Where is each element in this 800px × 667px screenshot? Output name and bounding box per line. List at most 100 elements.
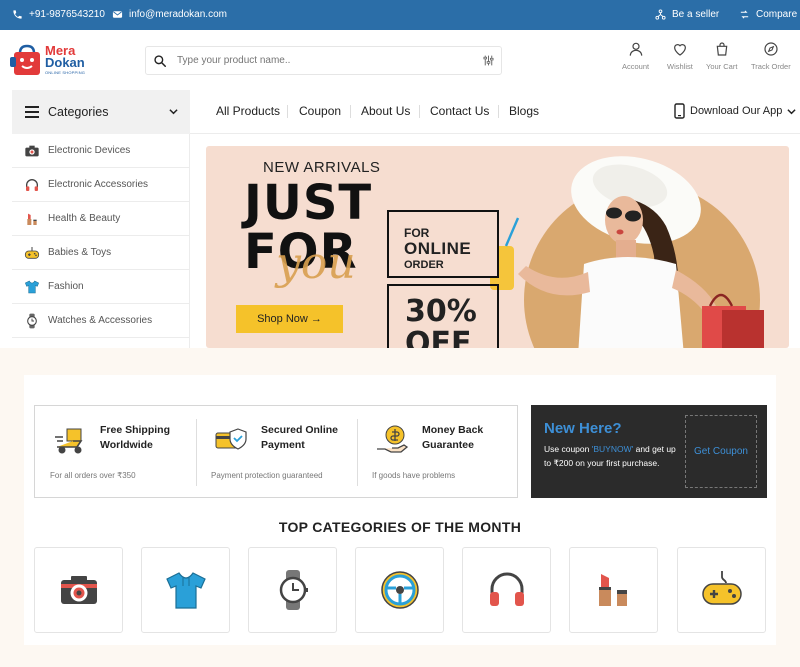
main-nav: All Products Coupon About Us Contact Us … <box>190 90 800 134</box>
feature-subtext: If goods have problems <box>372 471 456 480</box>
feature-title-line2: Worldwide <box>100 439 153 451</box>
download-app-link[interactable]: Download Our App <box>674 103 796 119</box>
nav-divider <box>498 105 499 118</box>
phone-contact[interactable]: +91-9876543210 <box>12 9 105 20</box>
get-coupon-button[interactable]: Get Coupon <box>685 415 757 488</box>
brand-name: Mera Dokan <box>45 44 85 70</box>
phone-icon <box>13 10 22 19</box>
compare-icon <box>740 10 749 19</box>
gamepad-icon <box>24 246 40 259</box>
gamepad-icon <box>701 571 742 605</box>
be-a-seller-link[interactable]: Be a seller <box>655 9 719 20</box>
top-category-gamepad[interactable] <box>677 547 766 633</box>
category-item-fashion[interactable]: Fashion <box>12 270 189 304</box>
top-category-lipstick[interactable] <box>569 547 658 633</box>
top-category-steering-wheel[interactable] <box>355 547 444 633</box>
top-category-tshirt[interactable] <box>141 547 230 633</box>
brand-logo[interactable]: Mera Dokan ONLINE SHOPPING <box>10 43 85 79</box>
hero-subtitle: NEW ARRIVALS <box>263 159 381 176</box>
search-bar <box>145 46 502 75</box>
feature-secure-payment: Secured Online Payment Payment protection… <box>196 406 357 499</box>
promo-title: New Here? <box>544 420 622 437</box>
top-category-headphones[interactable] <box>462 547 551 633</box>
category-item-watches-accessories[interactable]: Watches & Accessories <box>12 304 189 338</box>
promo-coupon-code: 'BUYNOW' <box>591 444 634 454</box>
promo-text: Use coupon 'BUYNOW' and get up to ₹200 o… <box>544 443 679 470</box>
promo-text-before: Use coupon <box>544 444 592 454</box>
shop-now-button[interactable]: Shop Now → <box>236 305 343 333</box>
feature-title: Money Back Guarantee <box>422 423 483 453</box>
new-here-promo: New Here? Use coupon 'BUYNOW' and get up… <box>531 405 767 498</box>
wishlist-label: Wishlist <box>667 62 693 71</box>
steering-wheel-icon <box>380 571 419 609</box>
user-icon <box>629 42 642 56</box>
delivery-scooter-icon <box>55 428 83 454</box>
nav-all-products[interactable]: All Products <box>216 104 280 118</box>
track-order-label: Track Order <box>751 62 791 71</box>
compare-link[interactable]: Compare <box>739 9 797 20</box>
categories-label: Categories <box>48 105 109 119</box>
category-label: Electronic Devices <box>48 145 131 156</box>
headphones-icon <box>26 178 38 191</box>
nav-about-us[interactable]: About Us <box>361 104 410 118</box>
discount-off: OFF <box>405 326 472 348</box>
hero-title-line1: JUST <box>244 175 373 231</box>
category-item-electronic-devices[interactable]: Electronic Devices <box>12 134 189 168</box>
account-label: Account <box>622 62 650 71</box>
top-bar: +91-9876543210 info@meradokan.com Be a s… <box>0 0 800 30</box>
chevron-down-icon <box>787 108 796 114</box>
filter-icon[interactable] <box>482 54 495 67</box>
top-category-camera[interactable] <box>34 547 123 633</box>
top-category-watch[interactable] <box>248 547 337 633</box>
account-link[interactable]: Account <box>622 41 649 71</box>
category-item-babies-toys[interactable]: Babies & Toys <box>12 236 189 270</box>
phone-number: +91-9876543210 <box>29 9 105 20</box>
online-order-line3: ORDER <box>404 259 444 271</box>
discount-percent: 30% <box>405 294 477 329</box>
email-contact[interactable]: info@meradokan.com <box>112 9 227 20</box>
shopping-bag-logo-icon <box>10 44 40 75</box>
nav-blogs[interactable]: Blogs <box>509 104 539 118</box>
compare-label: Compare <box>756 9 798 20</box>
search-input[interactable] <box>177 55 467 66</box>
lipstick-icon <box>598 574 627 606</box>
nav-coupon[interactable]: Coupon <box>299 104 341 118</box>
discount-box: 30% OFF <box>387 284 499 348</box>
tshirt-icon <box>24 280 40 293</box>
nav-divider <box>350 105 351 118</box>
download-app-label: Download Our App <box>690 105 783 117</box>
features-strip: Free Shipping Worldwide For all orders ov… <box>34 405 518 498</box>
feature-title: Free Shipping Worldwide <box>100 423 170 453</box>
compass-icon <box>764 42 778 56</box>
watch-icon <box>279 570 308 610</box>
cart-icon <box>716 42 728 56</box>
online-order-line2: ONLINE <box>404 239 472 258</box>
headphones-icon <box>489 572 524 606</box>
feature-subtext: Payment protection guaranteed <box>211 471 323 480</box>
hamburger-icon <box>25 106 39 118</box>
network-icon <box>655 9 666 20</box>
nav-contact-us[interactable]: Contact Us <box>430 104 489 118</box>
cart-link[interactable]: Your Cart <box>706 41 737 71</box>
track-order-link[interactable]: Track Order <box>751 41 791 71</box>
feature-free-shipping: Free Shipping Worldwide For all orders ov… <box>35 406 196 499</box>
category-item-electronic-accessories[interactable]: Electronic Accessories <box>12 168 189 202</box>
feature-title-line1: Free Shipping <box>100 424 171 436</box>
search-icon[interactable] <box>153 54 167 68</box>
watch-icon <box>27 313 37 328</box>
category-label: Babies & Toys <box>48 247 112 258</box>
camera-icon <box>60 576 97 604</box>
categories-dropdown[interactable]: Categories <box>12 90 190 134</box>
wishlist-link[interactable]: Wishlist <box>667 41 693 71</box>
category-label: Electronic Accessories <box>48 179 149 190</box>
feature-money-back: Money Back Guarantee If goods have proble… <box>357 406 518 499</box>
category-item-health-beauty[interactable]: Health & Beauty <box>12 202 189 236</box>
hero-script-text: you <box>276 238 356 289</box>
feature-title: Secured Online Payment <box>261 423 338 453</box>
online-order-box: FOR ONLINE ORDER <box>387 210 499 278</box>
hero-banner[interactable]: NEW ARRIVALS JUST FOR you FOR ONLINE ORD… <box>206 146 789 348</box>
category-list: Electronic Devices Electronic Accessorie… <box>12 134 190 348</box>
feature-title-line1: Secured Online <box>261 424 339 436</box>
be-a-seller-label: Be a seller <box>672 9 720 20</box>
brand-name-line2: Dokan <box>45 55 85 70</box>
